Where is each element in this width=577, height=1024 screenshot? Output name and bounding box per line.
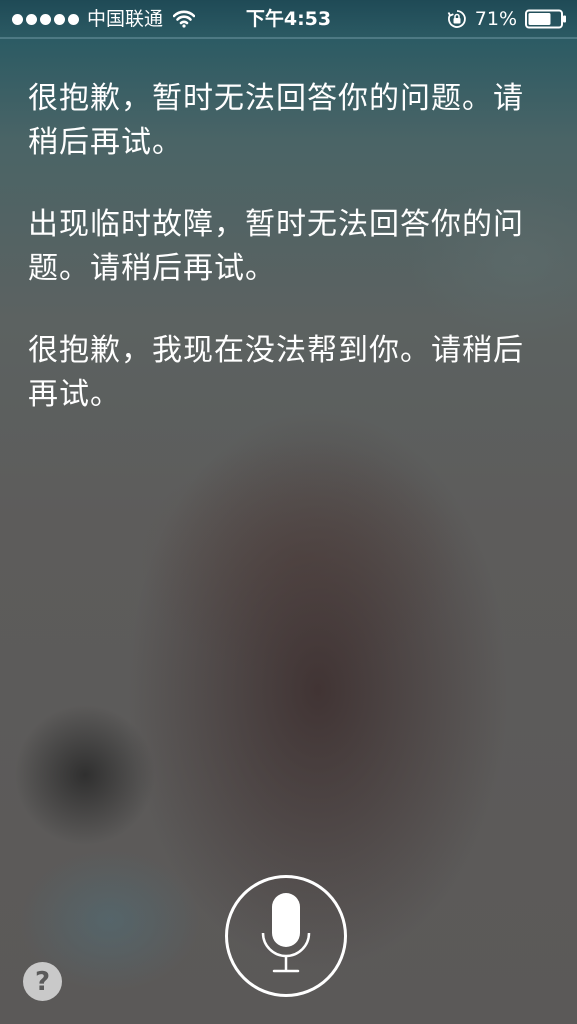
status-bar: 中国联通 下午4:53 71% <box>0 0 577 38</box>
siri-response-text: 很抱歉，我现在没法帮到你。请稍后再试。 <box>28 333 524 412</box>
status-bar-divider <box>0 37 577 39</box>
orientation-lock-icon <box>447 10 466 28</box>
siri-response-text: 出现临时故障，暂时无法回答你的问题。请稍后再试。 <box>28 207 524 286</box>
siri-response-text: 很抱歉，暂时无法回答你的问题。请稍后再试。 <box>28 81 524 160</box>
battery-percent: 71% <box>474 8 517 30</box>
microphone-button[interactable] <box>225 875 347 997</box>
siri-responses: 很抱歉，暂时无法回答你的问题。请稍后再试。 出现临时故障，暂时无法回答你的问题。… <box>28 77 528 455</box>
battery-fill <box>528 13 551 25</box>
help-button[interactable]: ? <box>23 962 62 1001</box>
microphone-icon <box>261 893 311 973</box>
status-right: 71% <box>447 0 567 38</box>
battery-icon <box>525 9 566 29</box>
